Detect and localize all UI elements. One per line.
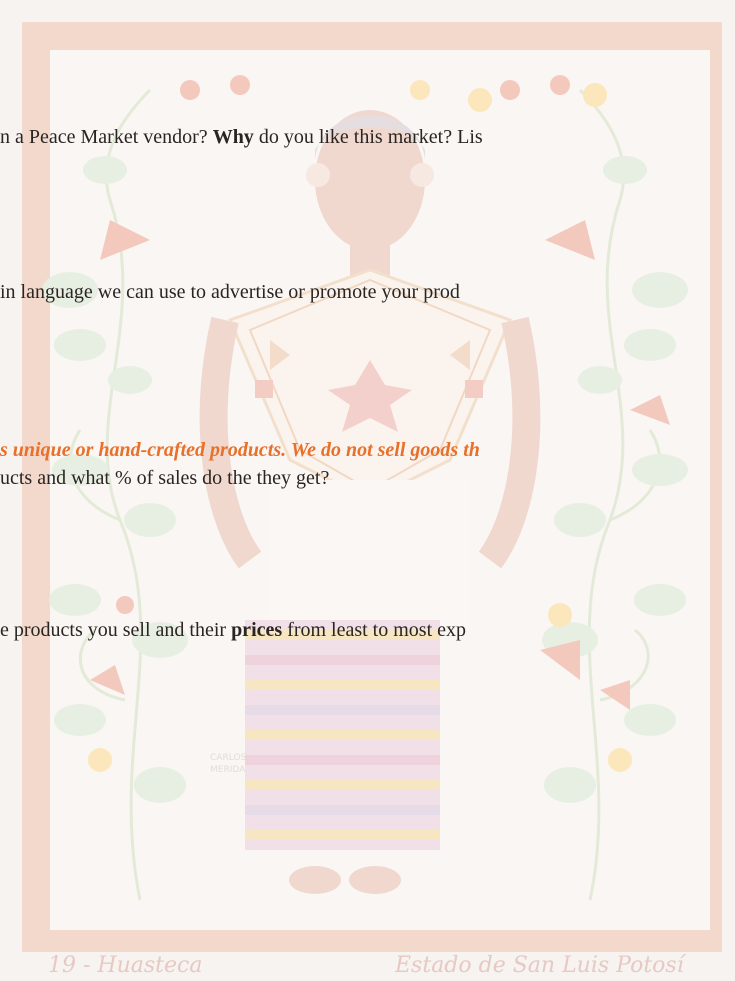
question-text: e products you sell and their (0, 619, 232, 641)
caption-left: 19 - Huasteca (48, 953, 203, 978)
caption-right: Estado de San Luis Potosí (395, 953, 684, 978)
svg-text:MERIDA: MERIDA (210, 765, 246, 775)
question-vendor-why: n a Peace Market vendor? Why do you like… (0, 125, 483, 149)
notice-unique-products: s unique or hand-crafted products. We do… (0, 439, 480, 461)
question-text: n a Peace Market vendor? (0, 126, 213, 148)
striped-skirt (245, 620, 440, 850)
artist-signature: CARLOS (210, 753, 246, 763)
emphasis-why: Why (212, 126, 254, 148)
question-text: from least to most exp (282, 619, 467, 641)
emphasis-prices: prices (231, 619, 283, 641)
question-text: do you like this market? Lis (253, 126, 483, 148)
question-products-sales: ucts and what % of sales do the they get… (0, 467, 330, 489)
question-prices: e products you sell and their prices fro… (0, 618, 466, 642)
question-advertise: in language we can use to advertise or p… (0, 281, 460, 303)
